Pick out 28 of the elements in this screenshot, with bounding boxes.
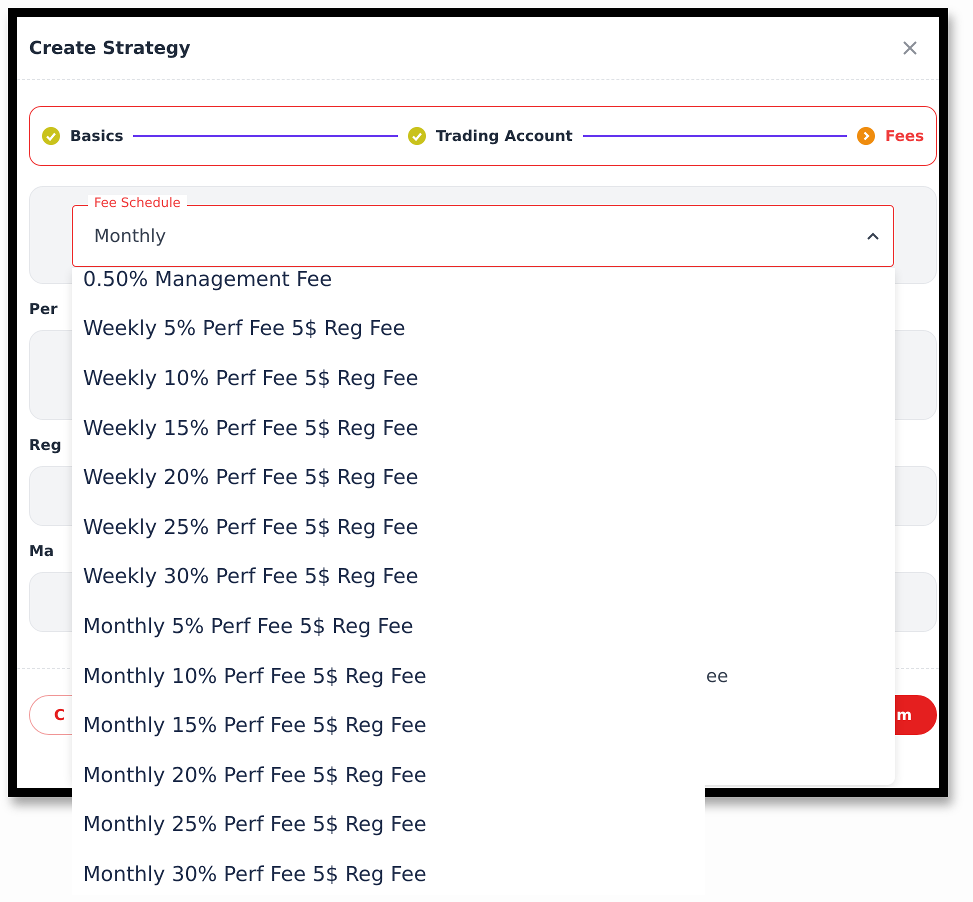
dialog-title: Create Strategy bbox=[29, 38, 191, 58]
option-label: ee bbox=[706, 666, 728, 687]
field-label: Ma bbox=[29, 542, 54, 560]
step[interactable]: Basics bbox=[42, 127, 124, 145]
field-label: Reg bbox=[29, 436, 62, 454]
select-value: Monthly bbox=[94, 226, 166, 246]
dropdown-option[interactable]: Weekly 10% Perf Fee 5$ Reg Fee bbox=[72, 353, 705, 403]
step[interactable]: Fees bbox=[857, 127, 924, 145]
dropdown-option[interactable]: Weekly 15% Perf Fee 5$ Reg Fee bbox=[72, 402, 705, 452]
check-icon bbox=[42, 127, 60, 145]
dropdown-option[interactable]: Weekly 25% Perf Fee 5$ Reg Fee bbox=[72, 502, 705, 552]
dropdown-option[interactable]: Monthly 25% Perf Fee 5$ Reg Fee bbox=[72, 800, 705, 850]
dropdown-option[interactable]: Weekly 5% Perf Fee 5$ Reg Fee bbox=[72, 304, 705, 354]
dropdown-option[interactable]: Monthly 30% Perf Fee 5$ Reg Fee bbox=[72, 849, 705, 895]
dropdown-option[interactable]: Monthly 20% Perf Fee 5$ Reg Fee bbox=[72, 750, 705, 800]
dropdown-option[interactable]: Monthly 5% Perf Fee 5$ Reg Fee bbox=[72, 601, 705, 651]
dropdown-option[interactable]: Monthly 15% Perf Fee 5$ Reg Fee bbox=[72, 700, 705, 750]
dropdown-option[interactable]: 0.50% Management Fee bbox=[72, 268, 705, 304]
field-label: Per bbox=[29, 300, 58, 318]
close-icon[interactable] bbox=[901, 39, 919, 57]
chevron-circle-icon bbox=[857, 127, 876, 145]
dropdown-option[interactable]: Weekly 30% Perf Fee 5$ Reg Fee bbox=[72, 552, 705, 602]
caret-icon bbox=[866, 232, 880, 240]
dropdown-option[interactable]: Monthly 10% Perf Fee 5$ Reg Fee bbox=[72, 650, 705, 700]
step[interactable]: Trading Account bbox=[408, 127, 573, 145]
dropdown-option[interactable]: Weekly 20% Perf Fee 5$ Reg Fee bbox=[72, 452, 705, 502]
check-icon bbox=[408, 127, 426, 145]
fee-schedule-select[interactable]: Fee Schedule Monthly bbox=[72, 195, 894, 267]
